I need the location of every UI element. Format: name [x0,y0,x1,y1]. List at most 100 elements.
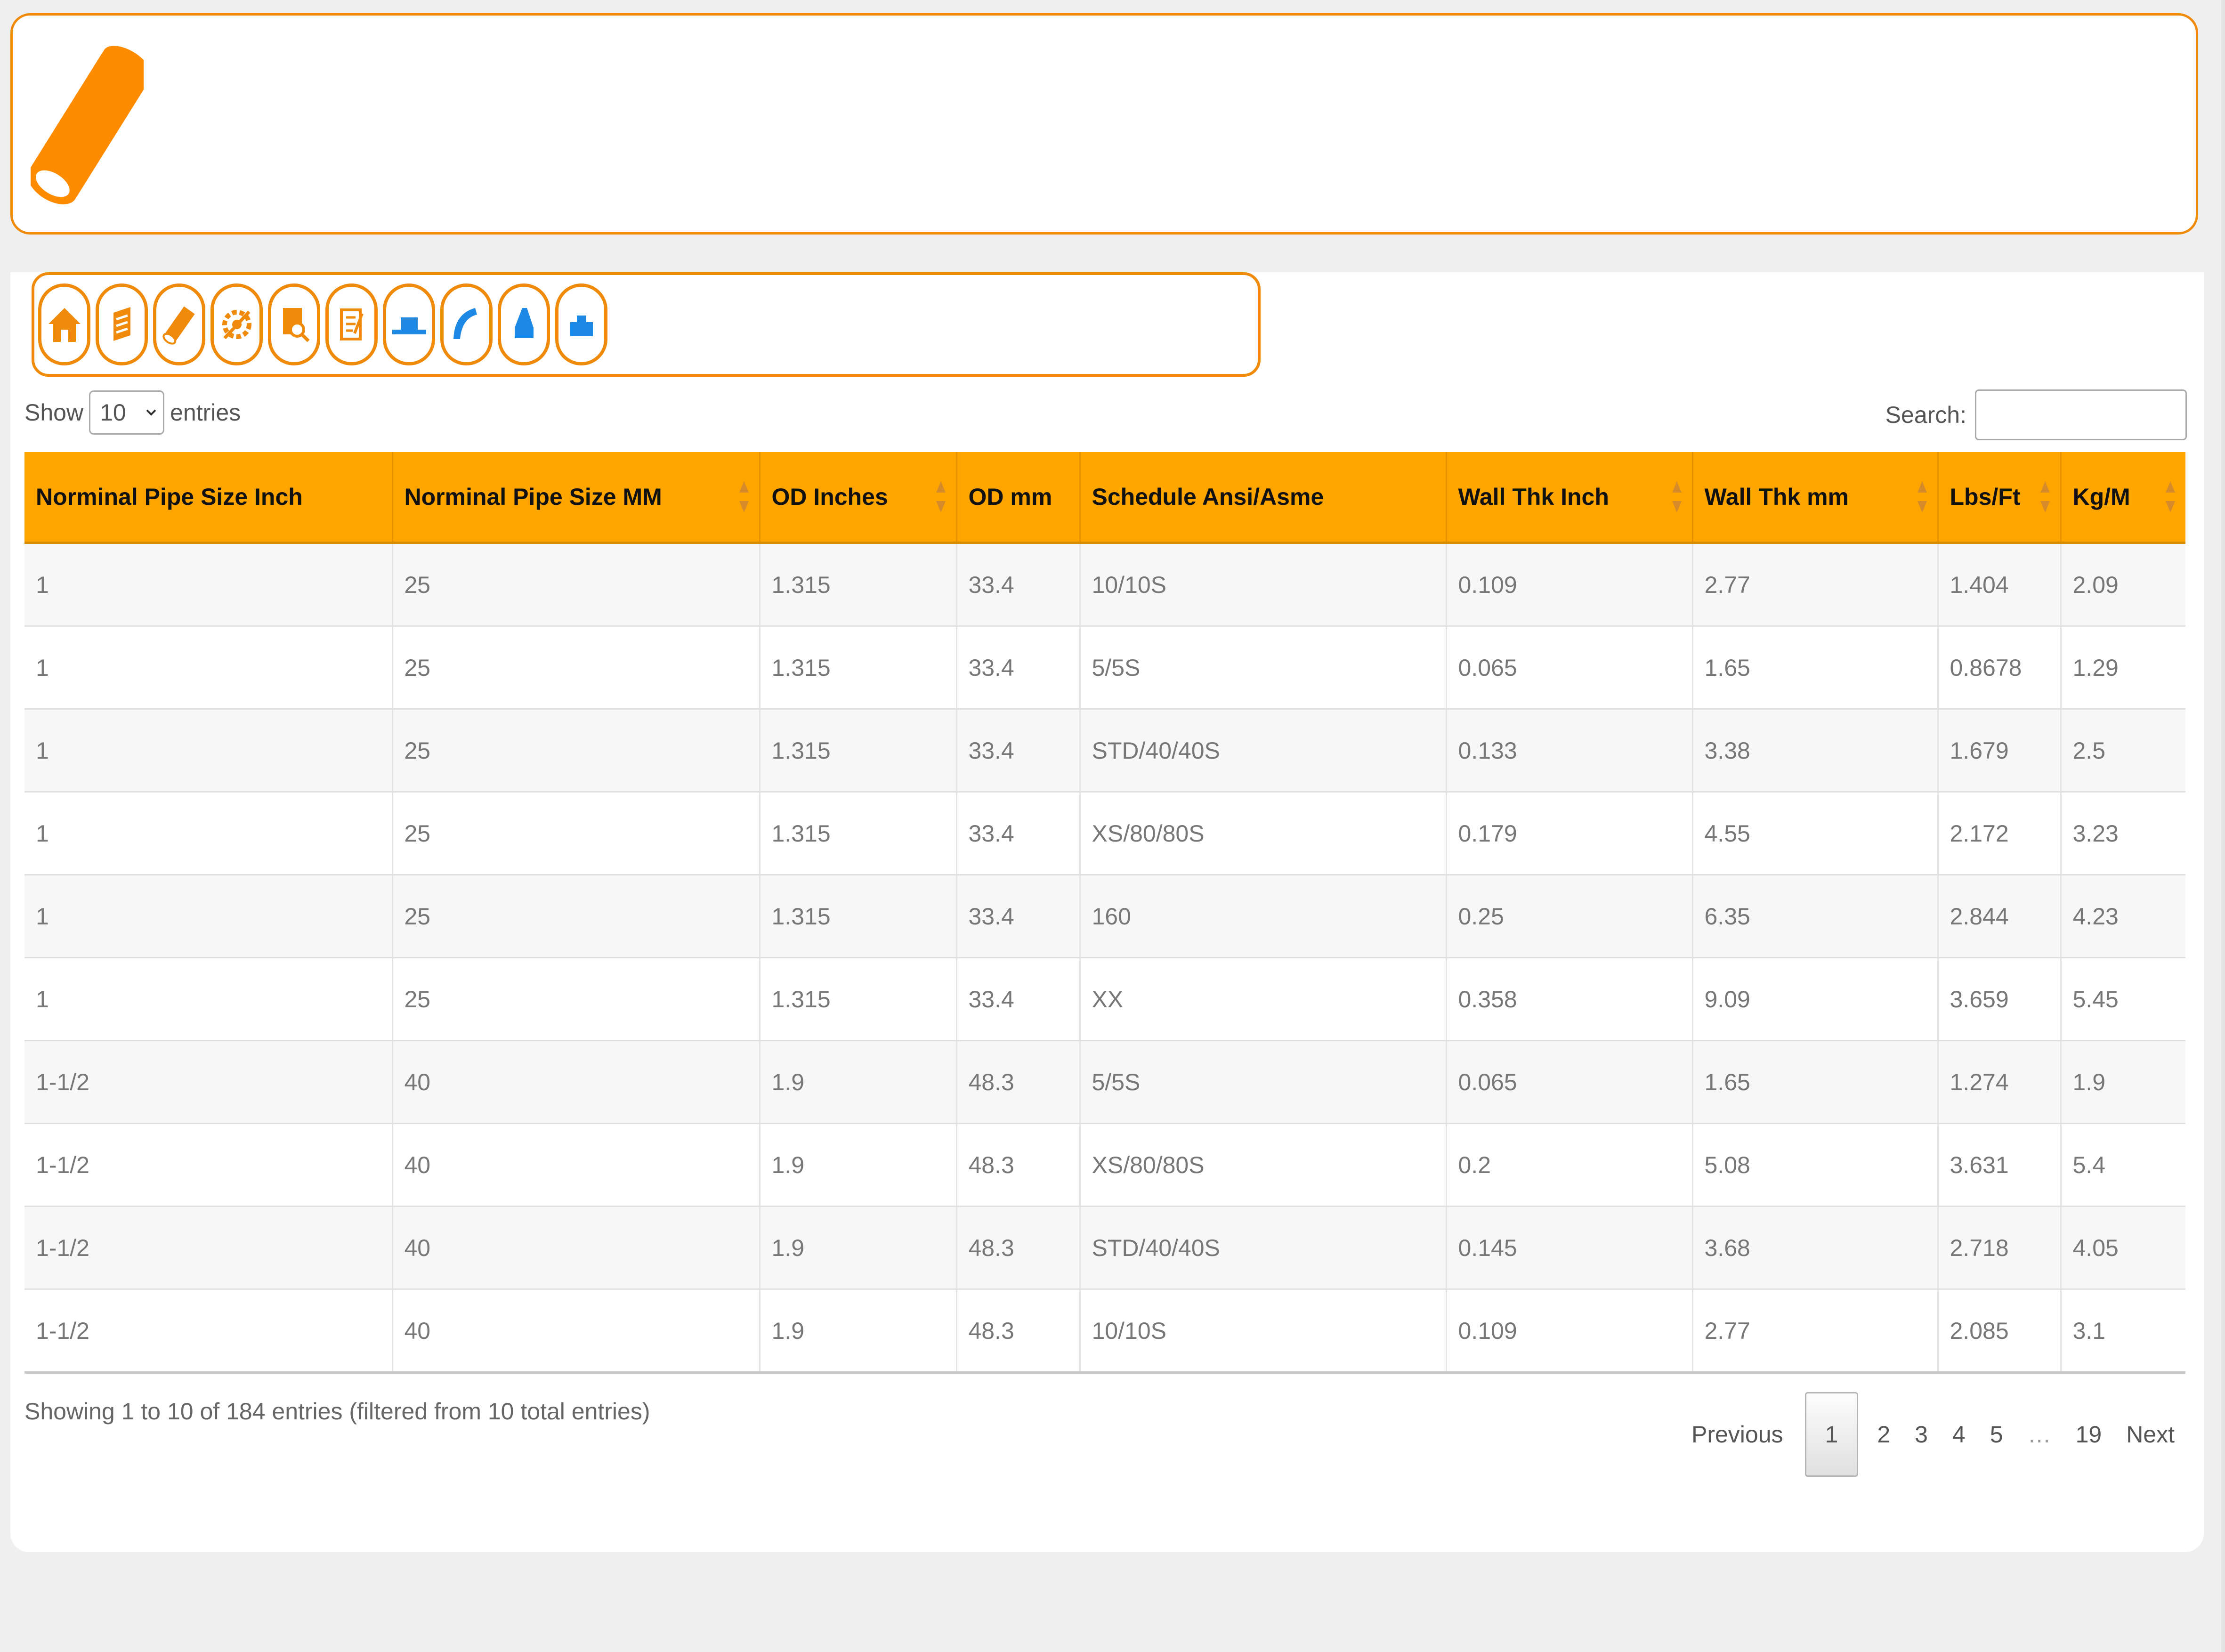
entries-select[interactable]: 10 [89,390,165,435]
table-cell: 33.4 [955,709,1080,793]
table-row: 1-1/2 40 1.9 48.3 XS/80/80S 0.2 5.08 3.631 5.4 [24,1123,2185,1207]
sort-arrows-icon [1917,481,1927,512]
column-header[interactable]: OD Inches [759,452,956,544]
table-row: 1-1/2 40 1.9 48.3 10/10S 0.109 2.77 2.085 3.1 [24,1289,2185,1374]
table-cell: 3.68 [1691,1206,1938,1290]
previous-page-button[interactable]: Previous [1679,1392,1796,1477]
table-cell: 33.4 [955,792,1080,875]
home-icon[interactable] [38,283,90,365]
table-cell: 1 [24,709,392,793]
table-cell: 1.9 [759,1289,956,1374]
table-cell: 25 [391,957,760,1041]
pagination-ellipsis: … [2027,1421,2051,1448]
table-cell: 0.109 [1445,1289,1692,1374]
column-header[interactable]: Norminal Pipe Size Inch [24,452,392,544]
table-cell: 33.4 [955,626,1080,710]
table-cell: 9.09 [1691,957,1938,1041]
table-cell: 5.45 [2060,957,2185,1041]
table-cell: 1.9 [759,1040,956,1124]
table-row: 1 25 1.315 33.4 160 0.25 6.35 2.844 4.23 [24,875,2185,958]
chevron-down-icon [146,409,156,416]
pipe-elbow-icon[interactable] [440,283,493,365]
table-cell: 25 [391,792,760,875]
table-cell: 1.65 [1691,1040,1938,1124]
pipe-icon[interactable] [153,283,205,365]
table-cell: 33.4 [955,875,1080,958]
table-cell: 1-1/2 [24,1040,392,1124]
table-cell: 25 [391,875,760,958]
table-cell: 2.085 [1937,1289,2061,1374]
table-cell: 0.065 [1445,626,1692,710]
table-cell: 0.145 [1445,1206,1692,1290]
page-button[interactable]: 2 [1865,1392,1902,1477]
table-cell: 3.1 [2060,1289,2185,1374]
table-cell: 5/5S [1079,1040,1446,1124]
table-cell: XS/80/80S [1079,792,1446,875]
table-row: 1-1/2 40 1.9 48.3 STD/40/40S 0.145 3.68 2.718 4.… [24,1206,2185,1290]
table-cell: 4.05 [2060,1206,2185,1290]
page-button[interactable]: 3 [1902,1392,1940,1477]
table-cell: 1 [24,792,392,875]
table-cell: 1.679 [1937,709,2061,793]
table-cell: 2.172 [1937,792,2061,875]
column-header[interactable]: Lbs/Ft [1937,452,2061,544]
sort-arrows-icon [2040,481,2050,512]
inspection-icon[interactable] [268,283,320,365]
table-cell: 1.315 [759,709,956,793]
pipe-schedule-table: Norminal Pipe Size Inch Norminal Pipe Si… [24,452,2185,1374]
site-banner [10,13,2198,235]
table-cell: 5.08 [1691,1123,1938,1207]
table-cell: 0.8678 [1937,626,2061,710]
table-cell: 1.9 [2060,1040,2185,1124]
document-icon[interactable] [325,283,378,365]
table-row: 1 25 1.315 33.4 10/10S 0.109 2.77 1.404 2.09 [24,543,2185,627]
flange-icon[interactable] [96,283,148,365]
sort-arrows-icon [739,481,749,512]
table-cell: 33.4 [955,543,1080,627]
scrollbar-track[interactable] [2221,0,2225,1652]
pipe-cap-icon[interactable] [383,283,435,365]
table-cell: 48.3 [955,1206,1080,1290]
table-cell: 33.4 [955,957,1080,1041]
table-cell: 1.315 [759,957,956,1041]
table-cell: 2.77 [1691,543,1938,627]
table-cell: 6.35 [1691,875,1938,958]
page-button[interactable]: 4 [1940,1392,1978,1477]
column-header[interactable]: Wall Thk Inch [1445,452,1692,544]
table-cell: 48.3 [955,1040,1080,1124]
reducer-icon[interactable] [498,283,550,365]
column-header[interactable]: Wall Thk mm [1691,452,1938,544]
table-cell: 1-1/2 [24,1206,392,1290]
table-cell: 48.3 [955,1289,1080,1374]
table-cell: XX [1079,957,1446,1041]
table-cell: 2.718 [1937,1206,2061,1290]
table-cell: 4.55 [1691,792,1938,875]
pagination: Previous 1 2 3 4 5 … 19 Next [1679,1392,2187,1477]
table-cell: 1.274 [1937,1040,2061,1124]
table-cell: 3.23 [2060,792,2185,875]
table-cell: 25 [391,543,760,627]
table-cell: 40 [391,1289,760,1374]
gear-tools-icon[interactable] [210,283,263,365]
table-cell: 2.77 [1691,1289,1938,1374]
table-row: 1 25 1.315 33.4 5/5S 0.065 1.65 0.8678 1.29 [24,626,2185,710]
table-row: 1 25 1.315 33.4 STD/40/40S 0.133 3.38 1.679 2.5 [24,709,2185,793]
table-cell: 3.631 [1937,1123,2061,1207]
sort-arrows-icon [936,481,946,512]
pipe-icon [31,46,144,204]
table-cell: STD/40/40S [1079,1206,1446,1290]
table-cell: 2.09 [2060,543,2185,627]
content-panel: Show 10 entries Search: Norminal Pipe Si… [10,272,2204,1552]
column-header[interactable]: Norminal Pipe Size MM [391,452,760,544]
page-button[interactable]: 19 [2063,1392,2114,1477]
column-header[interactable]: OD mm [955,452,1080,544]
next-page-button[interactable]: Next [2114,1392,2187,1477]
table-cell: 25 [391,709,760,793]
page-button[interactable]: 5 [1978,1392,2015,1477]
tee-icon[interactable] [555,283,607,365]
table-cell: 0.133 [1445,709,1692,793]
page-button-current[interactable]: 1 [1804,1392,1859,1477]
column-header[interactable]: Kg/M [2060,452,2185,544]
column-header[interactable]: Schedule Ansi/Asme [1079,452,1446,544]
search-input[interactable] [1975,389,2187,440]
